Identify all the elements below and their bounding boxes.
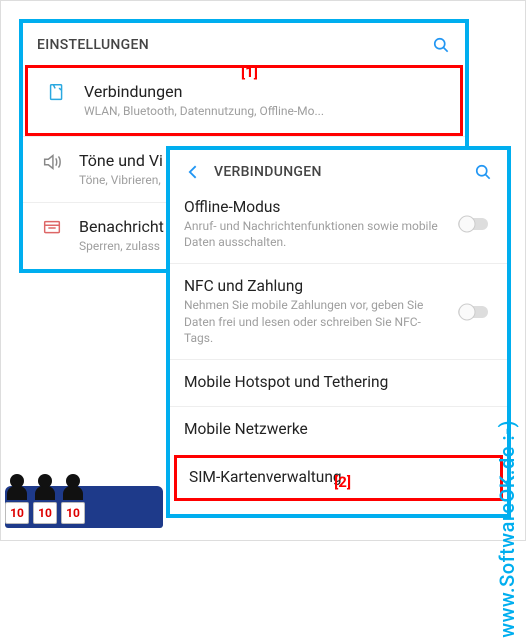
judge: 10 bbox=[33, 474, 57, 524]
settings-item-label: Verbindungen bbox=[84, 82, 444, 101]
score-card: 10 bbox=[5, 502, 29, 524]
connections-item-hotspot[interactable]: Mobile Hotspot und Tethering bbox=[170, 359, 507, 406]
annotation-marker-2: [2] bbox=[334, 473, 351, 491]
judges-graphic: 10 10 10 bbox=[5, 474, 85, 530]
notifications-icon bbox=[37, 217, 67, 239]
score-card: 10 bbox=[33, 502, 57, 524]
list-item-sub: Anruf- und Nachrichtenfunktionen sowie m… bbox=[184, 218, 449, 250]
settings-header: EINSTELLUNGEN bbox=[23, 23, 465, 65]
connections-icon bbox=[42, 82, 72, 104]
judge: 10 bbox=[5, 474, 29, 524]
search-icon[interactable] bbox=[431, 35, 451, 55]
judge: 10 bbox=[61, 474, 85, 524]
annotation-marker-1: [1] bbox=[241, 63, 258, 81]
connections-panel: VERBINDUNGEN Offline-Modus Anruf- und Na… bbox=[166, 146, 511, 518]
list-item-label: Offline-Modus bbox=[184, 198, 449, 216]
toggle-switch[interactable] bbox=[457, 302, 493, 322]
connections-item-nfc[interactable]: NFC und Zahlung Nehmen Sie mobile Zahlun… bbox=[170, 263, 507, 359]
toggle-switch[interactable] bbox=[457, 214, 493, 234]
search-icon[interactable] bbox=[473, 162, 493, 182]
connections-item-offline[interactable]: Offline-Modus Anruf- und Nachrichtenfunk… bbox=[170, 192, 507, 263]
list-item-label: Mobile Netzwerke bbox=[184, 420, 493, 438]
connections-item-mobile-networks[interactable]: Mobile Netzwerke bbox=[170, 406, 507, 453]
list-item-sub: Nehmen Sie mobile Zahlungen vor, geben S… bbox=[184, 297, 449, 346]
score-card: 10 bbox=[61, 502, 85, 524]
connections-header: VERBINDUNGEN bbox=[170, 150, 507, 192]
connections-title: VERBINDUNGEN bbox=[214, 164, 473, 180]
watermark-text: www.SoftwareOK.de :-) bbox=[495, 420, 519, 638]
list-item-label: Mobile Hotspot und Tethering bbox=[184, 373, 493, 391]
connections-list: Offline-Modus Anruf- und Nachrichtenfunk… bbox=[170, 192, 507, 503]
settings-item-text: Verbindungen WLAN, Bluetooth, Datennutzu… bbox=[84, 82, 444, 119]
settings-item-sub: WLAN, Bluetooth, Datennutzung, Offline-M… bbox=[84, 103, 444, 119]
settings-title: EINSTELLUNGEN bbox=[37, 37, 431, 53]
back-icon[interactable] bbox=[184, 162, 204, 182]
sound-icon bbox=[37, 151, 67, 173]
list-item-label: NFC und Zahlung bbox=[184, 277, 449, 295]
